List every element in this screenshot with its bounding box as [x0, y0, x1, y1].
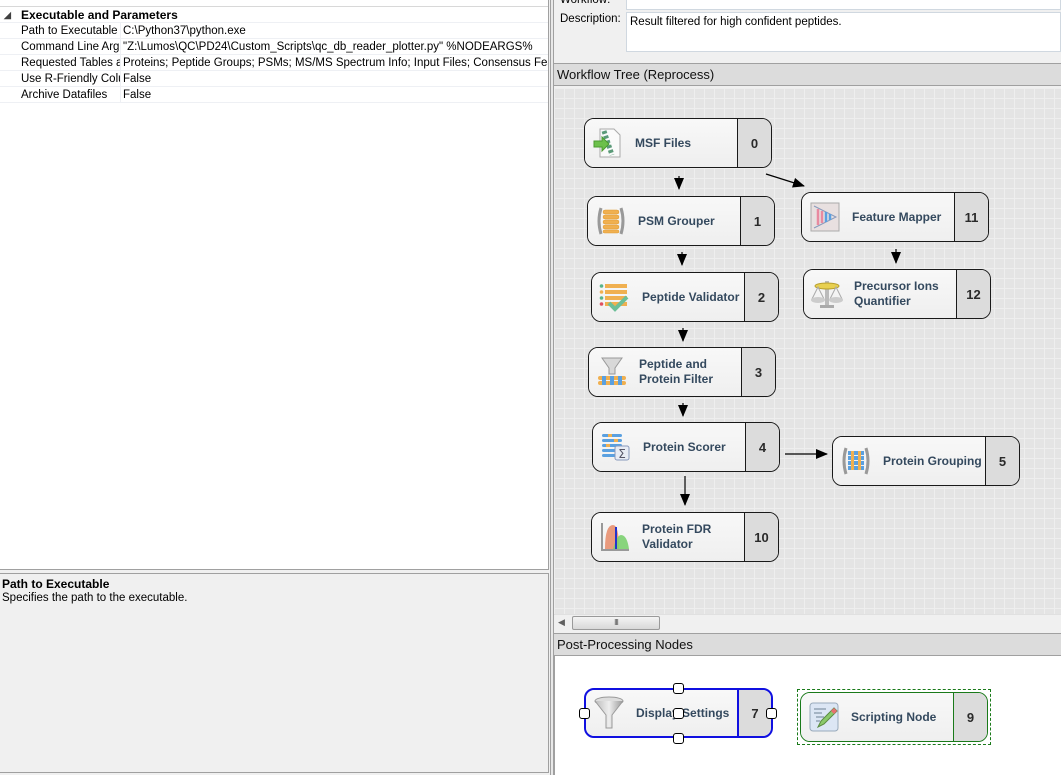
- application-window: ◢ Executable and Parameters Path to Exec…: [0, 0, 1061, 775]
- property-key: Archive Datafiles: [21, 89, 108, 101]
- node-label: Protein Grouping: [883, 453, 982, 468]
- workflow-tree-header: Workflow Tree (Reprocess): [554, 63, 1061, 86]
- node-label: PSM Grouper: [638, 213, 715, 228]
- label-line-2: Validator: [642, 537, 693, 551]
- property-grid-toolbar: [0, 0, 548, 7]
- fdr-chart-icon: [598, 520, 632, 554]
- label-line-1: Precursor Ions: [854, 279, 939, 293]
- node-number: 9: [953, 693, 987, 741]
- node-number: 12: [956, 270, 990, 318]
- resize-handle-right[interactable]: [766, 708, 777, 719]
- description-label: Description:: [560, 13, 621, 25]
- label-line-1: Peptide and: [639, 357, 708, 371]
- protein-scorer-icon: Σ: [599, 430, 633, 464]
- resize-handle-center[interactable]: [673, 708, 684, 719]
- resize-handle-top[interactable]: [673, 683, 684, 694]
- node-label: Protein FDR Validator: [632, 522, 711, 552]
- property-value[interactable]: Proteins; Peptide Groups; PSMs; MS/MS Sp…: [120, 55, 548, 70]
- collapse-triangle-icon[interactable]: ◢: [4, 7, 11, 23]
- category-label: Executable and Parameters: [21, 8, 178, 22]
- property-key: Requested Tables a: [21, 57, 120, 69]
- resize-handle-left[interactable]: [579, 708, 590, 719]
- feature-mapper-icon: [808, 200, 842, 234]
- horizontal-scrollbar[interactable]: ◀ III: [554, 614, 1061, 631]
- resize-handle-bottom[interactable]: [673, 733, 684, 744]
- node-protein-fdr-validator[interactable]: Protein FDR Validator 10: [591, 512, 779, 562]
- workflow-name-input[interactable]: [626, 0, 1061, 10]
- protein-grouping-icon: [839, 444, 873, 478]
- property-value[interactable]: C:\Python37\python.exe: [120, 23, 548, 38]
- property-grid: ◢ Executable and Parameters Path to Exec…: [0, 0, 549, 570]
- label-line-2: Quantifier: [854, 294, 911, 308]
- svg-text:Σ: Σ: [618, 447, 626, 461]
- node-label: Feature Mapper: [852, 209, 942, 224]
- node-msf-files[interactable]: MSF Files 0: [584, 118, 772, 168]
- node-peptide-validator[interactable]: Peptide Validator 2: [591, 272, 779, 322]
- node-number: 4: [745, 423, 779, 471]
- node-number: 11: [954, 193, 988, 241]
- funnel-icon: [592, 696, 626, 730]
- node-label: Protein Scorer: [643, 439, 726, 454]
- scrollbar-thumb[interactable]: III: [572, 616, 660, 630]
- property-row-archive[interactable]: Archive Datafiles False: [0, 87, 548, 103]
- node-number: 2: [744, 273, 778, 321]
- property-key: Use R-Friendly Colur: [21, 73, 120, 85]
- property-category[interactable]: ◢ Executable and Parameters: [0, 7, 548, 23]
- help-title: Path to Executable: [2, 577, 110, 591]
- node-number: 5: [985, 437, 1019, 485]
- property-key: Path to Executable: [21, 25, 118, 37]
- property-row-command-line[interactable]: Command Line Argu "Z:\Lumos\QC\PD24\Cust…: [0, 39, 548, 55]
- post-processing-canvas[interactable]: Display Settings 7 Scripting Node 9: [554, 656, 1061, 775]
- node-number: 10: [744, 513, 778, 561]
- node-label: MSF Files: [635, 135, 692, 150]
- funnel-filter-icon: [595, 355, 629, 389]
- help-description: Specifies the path to the executable.: [2, 592, 188, 604]
- node-label: Peptide and Protein Filter: [629, 357, 713, 387]
- scales-icon: [810, 277, 844, 311]
- label-line-1: Protein FDR: [642, 522, 712, 536]
- node-label: Peptide Validator: [642, 289, 740, 304]
- node-precursor-ions-quantifier[interactable]: Precursor Ions Quantifier 12: [803, 269, 991, 319]
- workflow-name-label: Workflow:: [560, 0, 611, 6]
- node-protein-grouping[interactable]: Protein Grouping 5: [832, 436, 1020, 486]
- right-panel: Workflow: Description: Result filtered f…: [554, 0, 1061, 775]
- property-row-requested-tables[interactable]: Requested Tables a Proteins; Peptide Gro…: [0, 55, 548, 71]
- psm-grouper-icon: [594, 204, 628, 238]
- property-key: Command Line Argu: [21, 41, 120, 53]
- post-processing-header: Post-Processing Nodes: [554, 633, 1061, 656]
- left-panel: ◢ Executable and Parameters Path to Exec…: [0, 0, 550, 775]
- scripting-icon: [807, 700, 841, 734]
- node-protein-scorer[interactable]: Σ Protein Scorer 4: [592, 422, 780, 472]
- node-peptide-protein-filter[interactable]: Peptide and Protein Filter 3: [588, 347, 776, 397]
- node-number: 3: [741, 348, 775, 396]
- node-scripting-node[interactable]: Scripting Node 9: [800, 692, 988, 742]
- description-input[interactable]: Result filtered for high confident pepti…: [626, 12, 1061, 52]
- workflow-tree-canvas[interactable]: MSF Files 0 PSM Grouper 1 Feature Mapper…: [554, 88, 1061, 614]
- peptide-validator-icon: [598, 280, 632, 314]
- node-label: Precursor Ions Quantifier: [844, 279, 939, 309]
- property-help-pane: Path to Executable Specifies the path to…: [0, 573, 549, 773]
- scroll-left-arrow-icon[interactable]: ◀: [558, 617, 565, 628]
- connector-msf-featuremapper: [765, 173, 805, 188]
- property-value[interactable]: "Z:\Lumos\QC\PD24\Custom_Scripts\qc_db_r…: [120, 39, 548, 54]
- property-row-r-friendly[interactable]: Use R-Friendly Colur False: [0, 71, 548, 87]
- property-value[interactable]: False: [120, 71, 548, 86]
- property-value[interactable]: False: [120, 87, 548, 102]
- msf-files-icon: [591, 126, 625, 160]
- property-row-path[interactable]: Path to Executable C:\Python37\python.ex…: [0, 23, 548, 39]
- node-psm-grouper[interactable]: PSM Grouper 1: [587, 196, 775, 246]
- node-feature-mapper[interactable]: Feature Mapper 11: [801, 192, 989, 242]
- node-number: 1: [740, 197, 774, 245]
- label-line-2: Protein Filter: [639, 372, 714, 386]
- node-label: Scripting Node: [851, 709, 937, 724]
- node-number: 0: [737, 119, 771, 167]
